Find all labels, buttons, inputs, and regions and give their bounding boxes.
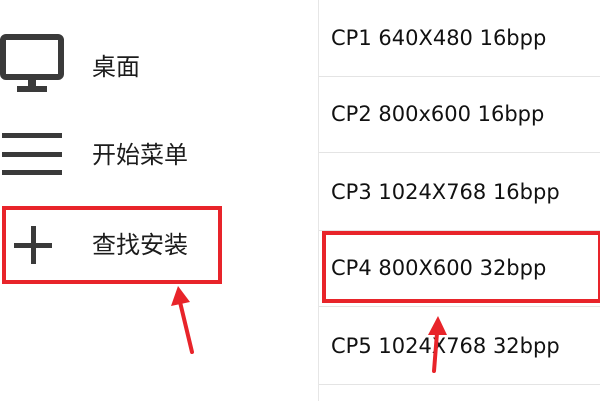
monitor-icon: [0, 24, 80, 110]
hamburger-menu-icon: [0, 112, 80, 198]
menu-label-start-menu: 开始菜单: [92, 141, 188, 169]
resolution-item-cp4[interactable]: CP4 800X600 32bpp: [319, 230, 600, 307]
resolution-label: CP1 640X480 16bpp: [331, 26, 547, 50]
menu-label-desktop: 桌面: [92, 53, 140, 81]
resolution-item-cp5[interactable]: CP5 1024X768 32bpp: [319, 308, 600, 385]
resolution-label: CP4 800X600 32bpp: [331, 256, 547, 280]
resolution-item-cp1[interactable]: CP1 640X480 16bpp: [319, 0, 600, 77]
menu-label-find-install: 查找安装: [92, 231, 188, 259]
plus-icon: [0, 202, 80, 288]
resolution-item-cp3[interactable]: CP3 1024X768 16bpp: [319, 154, 600, 231]
menu-item-start-menu[interactable]: 开始菜单: [0, 112, 318, 198]
resolution-list: CP1 640X480 16bpp CP2 800x600 16bpp CP3 …: [318, 0, 600, 401]
screen: 桌面 开始菜单 查找安装 CP1 640X480 16bpp CP2 800x6…: [0, 0, 600, 401]
menu-item-find-install[interactable]: 查找安装: [0, 202, 318, 288]
resolution-label: CP5 1024X768 32bpp: [331, 334, 560, 358]
resolution-label: CP2 800x600 16bpp: [331, 102, 545, 126]
left-menu: 桌面 开始菜单 查找安装: [0, 0, 318, 401]
resolution-label: CP3 1024X768 16bpp: [331, 180, 560, 204]
menu-item-desktop[interactable]: 桌面: [0, 24, 318, 110]
resolution-item-cp2[interactable]: CP2 800x600 16bpp: [319, 76, 600, 153]
